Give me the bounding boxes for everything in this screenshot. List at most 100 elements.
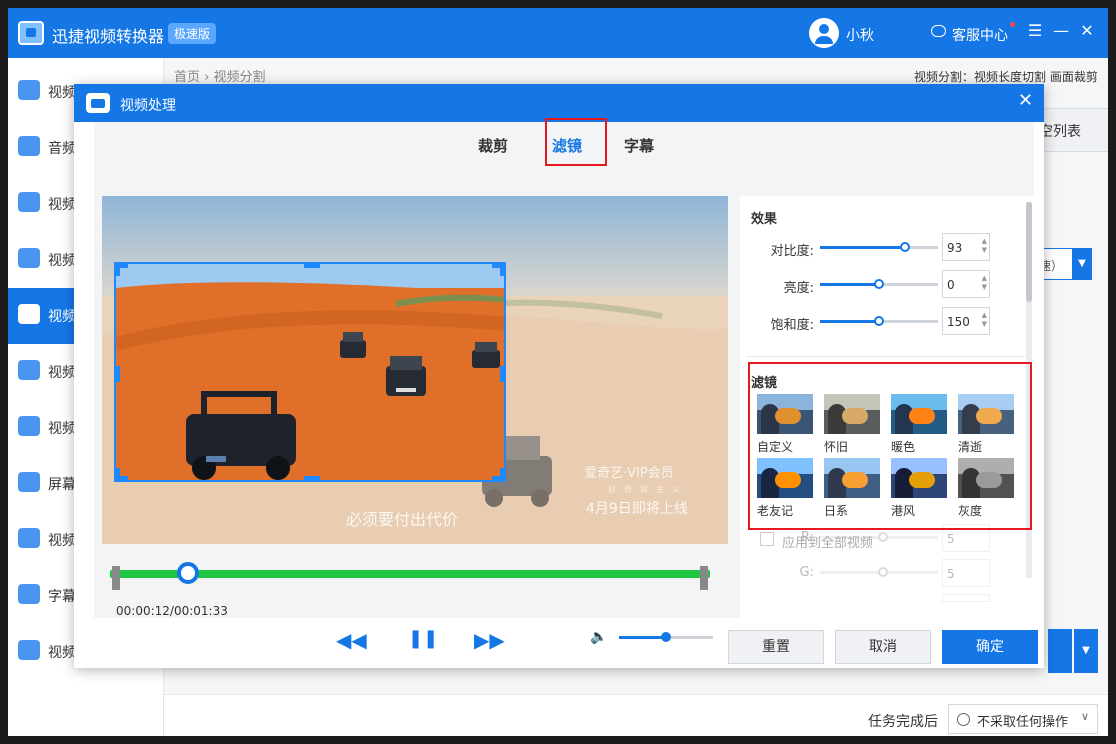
watermark-slogan: 好 奇 就 主 义 [608, 485, 680, 494]
crop-handle-br[interactable] [500, 468, 504, 480]
r-value: 5 [947, 532, 955, 546]
saturation-knob[interactable] [874, 316, 884, 326]
scrollbar-thumb[interactable] [1026, 202, 1032, 302]
crop-handle-tr[interactable] [500, 264, 504, 276]
chevron-down-icon[interactable]: ▼ [1074, 629, 1098, 673]
chevron-down-icon[interactable]: ▼ [1072, 248, 1092, 280]
video-preview[interactable]: 爱奇艺·VIP会员 好 奇 就 主 义 4月9日即将上线 必须要付出代价 [102, 196, 728, 544]
fast-forward-icon[interactable]: ▶▶ [474, 628, 505, 652]
video-compress-icon [18, 192, 40, 212]
b-input[interactable] [942, 594, 990, 602]
brightness-label: 亮度: [783, 281, 814, 296]
crop-handle-right[interactable] [500, 366, 504, 382]
pause-icon[interactable]: ❚❚ [408, 628, 438, 649]
video-camera-icon [86, 93, 110, 113]
g-knob[interactable] [878, 567, 888, 577]
subtitle-icon [18, 584, 40, 604]
trim-end-handle[interactable] [700, 566, 708, 590]
crop-handle-bl[interactable] [116, 468, 120, 480]
r-knob[interactable] [878, 532, 888, 542]
video-subtitle: 必须要付出代价 [346, 510, 459, 529]
crop-handle-bottom[interactable] [304, 476, 320, 480]
bottom-bar: 任务完成后 不采取任何操作 ∨ [164, 694, 1108, 736]
after-task-select[interactable]: 不采取任何操作 ∨ [948, 704, 1098, 734]
volume-icon[interactable]: 🔈 [590, 629, 607, 645]
app-title: 迅捷视频转换器 [52, 27, 165, 46]
split-mode-label: 视频分割：视频长度切割 画面裁剪 [914, 70, 1098, 84]
breadcrumb[interactable]: 首页 › 视频分割 [174, 66, 265, 85]
video-convert-icon [18, 80, 40, 100]
minimize-icon[interactable]: — [1052, 22, 1070, 40]
clear-list-button[interactable]: 空列表 [1034, 108, 1108, 152]
sidebar-item-label: 字幕 [48, 589, 76, 605]
tab-highlight-box [545, 118, 607, 166]
g-label: G: [799, 565, 814, 580]
watermark-date: 4月9日即将上线 [586, 501, 688, 517]
playhead-knob[interactable] [177, 562, 199, 584]
dialog-body: 裁剪 滤镜 字幕 爱奇艺·VIP会员 好 奇 就 主 义 4月9日即将上线 必须… [94, 122, 1034, 652]
saturation-input[interactable]: 150 ▲ ▼ [942, 307, 990, 335]
brightness-input[interactable]: 0 ▲ ▼ [942, 270, 990, 298]
title-bar: 迅捷视频转换器 极速版 小秋 客服中心 ☰ — ✕ [8, 8, 1108, 58]
stepper-arrows-icon[interactable]: ▲ ▼ [982, 274, 987, 292]
rewind-icon[interactable]: ◀◀ [336, 628, 367, 652]
reset-button[interactable]: 重置 [728, 630, 824, 664]
menu-icon[interactable]: ☰ [1026, 22, 1044, 40]
tab-subtitle[interactable]: 字幕 [624, 135, 654, 156]
customer-service-link[interactable]: 客服中心 [952, 25, 1008, 45]
volume-knob[interactable] [661, 632, 671, 642]
start-button[interactable] [1048, 629, 1072, 673]
crop-handle-top[interactable] [304, 264, 320, 268]
tab-crop[interactable]: 裁剪 [478, 135, 508, 156]
close-icon[interactable]: ✕ [1018, 92, 1033, 110]
contrast-knob[interactable] [899, 242, 910, 252]
sidebar-item-label: 视频 [48, 253, 76, 269]
sidebar-item-label: 音频 [48, 141, 76, 157]
crop-box[interactable] [114, 262, 506, 482]
brightness-fill [820, 283, 879, 286]
effects-title: 效果 [751, 212, 778, 227]
cancel-button[interactable]: 取消 [835, 630, 931, 664]
contrast-input[interactable]: 93 ▲ ▼ [942, 233, 990, 261]
contrast-label: 对比度: [770, 244, 814, 259]
user-name[interactable]: 小秋 [846, 25, 874, 45]
watermark-brand: 爱奇艺·VIP会员 [584, 466, 674, 481]
screen-record-icon [18, 472, 40, 492]
stepper-arrows-icon[interactable]: ▲ ▼ [982, 237, 987, 255]
stepper-arrows-icon[interactable]: ▲ ▼ [982, 311, 987, 329]
video-gif-icon [18, 416, 40, 436]
dialog-title: 视频处理 [120, 98, 176, 114]
apply-all-checkbox[interactable] [760, 532, 774, 546]
avatar[interactable] [809, 18, 839, 48]
timecode: 00:00:12/00:01:33 [116, 604, 228, 618]
dialog-header: 视频处理 ✕ [74, 84, 1044, 122]
sidebar-item-label: 视频 [48, 533, 76, 549]
brightness-knob[interactable] [874, 279, 884, 289]
g-input[interactable]: 5 [942, 559, 990, 587]
edition-badge: 极速版 [168, 23, 217, 44]
apply-all-label[interactable]: 应用到全部视频 [782, 532, 873, 551]
video-edit-icon [18, 528, 40, 548]
chat-icon[interactable] [931, 25, 946, 37]
close-window-icon[interactable]: ✕ [1078, 22, 1096, 40]
contrast-fill [820, 246, 905, 249]
sidebar-item-label: 视频 [48, 365, 76, 381]
sidebar-item-label: 视频 [48, 309, 76, 325]
sidebar-item-label: 视频 [48, 197, 76, 213]
video-watermark-icon [18, 360, 40, 380]
sidebar-item-label: 视频 [48, 421, 76, 437]
video-split-icon [18, 304, 40, 324]
ok-button[interactable]: 确定 [942, 630, 1038, 664]
progress-bar[interactable] [110, 570, 710, 578]
video-merge-icon [18, 248, 40, 268]
contrast-value: 93 [947, 241, 963, 255]
saturation-value: 150 [947, 315, 970, 329]
notification-dot [1010, 22, 1015, 27]
crop-handle-tl[interactable] [116, 264, 120, 276]
app-window: 迅捷视频转换器 极速版 小秋 客服中心 ☰ — ✕ 视频转换 音频 视频 视频 … [0, 0, 1116, 744]
crop-handle-left[interactable] [116, 366, 120, 382]
video-enhance-icon [18, 640, 40, 660]
volume-fill [619, 636, 666, 639]
after-task-value: 不采取任何操作 [977, 715, 1069, 730]
trim-start-handle[interactable] [112, 566, 120, 590]
